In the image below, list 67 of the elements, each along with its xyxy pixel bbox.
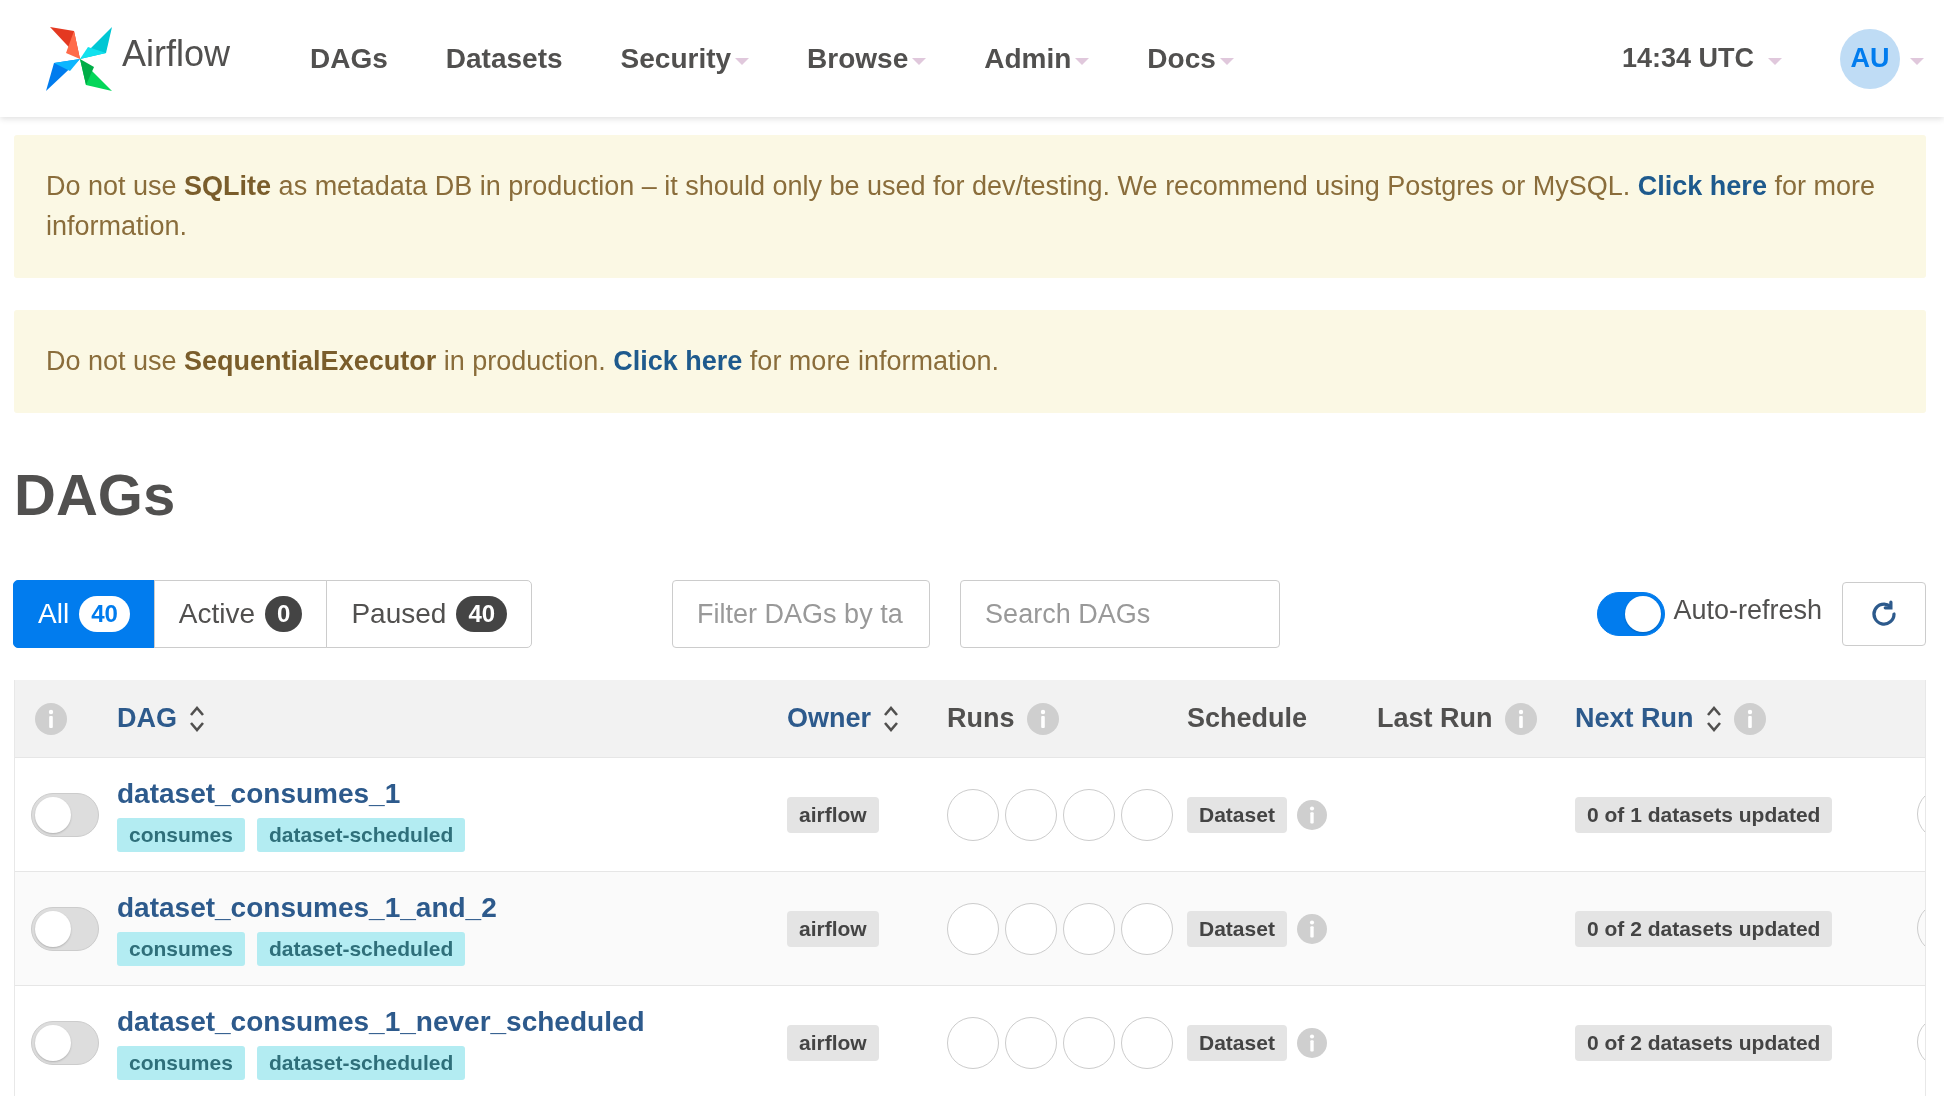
caret-icon bbox=[1219, 58, 1234, 65]
column-header[interactable]: Next Run bbox=[1575, 702, 1766, 735]
info-link[interactable]: Click here bbox=[1637, 171, 1767, 201]
next-run-label: 0 of 2 datasets updated bbox=[1575, 910, 1833, 947]
refresh-icon bbox=[1869, 599, 1899, 629]
brand-name[interactable]: Airflow bbox=[122, 32, 231, 75]
caret-icon bbox=[1075, 58, 1090, 65]
status-filter-tab[interactable]: Active 0 bbox=[153, 580, 328, 648]
status-filter-tab[interactable]: Paused 40 bbox=[326, 580, 533, 648]
info-icon bbox=[1296, 913, 1327, 944]
count-badge: 40 bbox=[456, 596, 508, 632]
tag-filter-field[interactable]: Filter DAGs by ta bbox=[672, 580, 931, 648]
tag-label[interactable]: dataset-scheduled bbox=[256, 931, 466, 966]
column-header[interactable]: Owner bbox=[787, 703, 900, 734]
next-run-label: 0 of 1 datasets updated bbox=[1575, 796, 1833, 833]
owner-label: airflow bbox=[787, 910, 879, 947]
count-badge: 0 bbox=[265, 596, 303, 632]
nav-menu-item[interactable]: Datasets bbox=[445, 42, 563, 75]
info-icon bbox=[1026, 702, 1059, 735]
caret-icon bbox=[1768, 58, 1782, 65]
clock-menu[interactable]: 14:34 UTC bbox=[1621, 43, 1782, 74]
next-run-label: 0 of 2 datasets updated bbox=[1575, 1024, 1833, 1061]
refresh-button[interactable] bbox=[1842, 582, 1926, 646]
nav-menu-item[interactable]: Security bbox=[620, 42, 750, 75]
pause-toggle[interactable] bbox=[31, 792, 99, 837]
dag-link[interactable]: dataset_consumes_1_never_scheduled bbox=[117, 1005, 771, 1038]
tag-label[interactable]: consumes bbox=[117, 817, 245, 852]
search-field[interactable]: Search DAGs bbox=[960, 580, 1281, 648]
status-filter-tab[interactable]: All 40 bbox=[13, 580, 155, 648]
count-badge: 40 bbox=[79, 596, 130, 632]
info-icon bbox=[1733, 702, 1766, 735]
sort-icon[interactable] bbox=[1705, 704, 1722, 733]
tag-label[interactable]: dataset-scheduled bbox=[256, 817, 466, 852]
warning-alert: Do not use SequentialExecutor in production. Click here for more information. bbox=[14, 310, 1926, 413]
pause-toggle[interactable] bbox=[31, 1020, 99, 1065]
page-title: DAGs bbox=[14, 461, 177, 528]
warning-alert: Do not use SQLite as metadata DB in production – it should only be used for dev/testing. We recommend using Postgres or MySQL. Click here for more information. bbox=[14, 135, 1926, 278]
column-header: Runs bbox=[947, 702, 1059, 735]
column-header: Last Run bbox=[1377, 702, 1537, 735]
caret-icon bbox=[735, 58, 750, 65]
auto-refresh-label: Auto-refresh bbox=[1673, 594, 1822, 626]
sort-icon[interactable] bbox=[189, 704, 205, 733]
column-header[interactable]: DAG bbox=[117, 703, 205, 734]
schedule-label: Dataset bbox=[1187, 910, 1287, 947]
schedule-label: Dataset bbox=[1187, 1024, 1287, 1061]
nav-menu-item[interactable]: Docs bbox=[1147, 42, 1234, 75]
info-icon bbox=[1296, 1027, 1327, 1058]
pause-toggle[interactable] bbox=[31, 906, 99, 951]
nav-menu-item[interactable]: DAGs bbox=[310, 42, 388, 75]
dag-link[interactable]: dataset_consumes_1_and_2 bbox=[117, 891, 771, 924]
schedule-label: Dataset bbox=[1187, 796, 1287, 833]
caret-icon bbox=[1910, 58, 1924, 65]
nav-menu-item[interactable]: Browse bbox=[807, 42, 927, 75]
tag-label[interactable]: consumes bbox=[117, 931, 245, 966]
info-icon bbox=[1504, 702, 1537, 735]
sort-icon[interactable] bbox=[883, 704, 900, 733]
owner-label: airflow bbox=[787, 796, 879, 833]
column-header: Schedule bbox=[1187, 703, 1308, 734]
info-link[interactable]: Click here bbox=[613, 346, 743, 376]
tag-label[interactable]: consumes bbox=[117, 1045, 245, 1080]
info-icon bbox=[1296, 799, 1327, 830]
auto-refresh-switch[interactable] bbox=[1597, 592, 1666, 636]
owner-label: airflow bbox=[787, 1024, 879, 1061]
nav-menu-item[interactable]: Admin bbox=[984, 42, 1090, 75]
tag-label[interactable]: dataset-scheduled bbox=[256, 1045, 466, 1080]
dag-link[interactable]: dataset_consumes_1 bbox=[117, 777, 771, 810]
caret-icon bbox=[912, 58, 927, 65]
